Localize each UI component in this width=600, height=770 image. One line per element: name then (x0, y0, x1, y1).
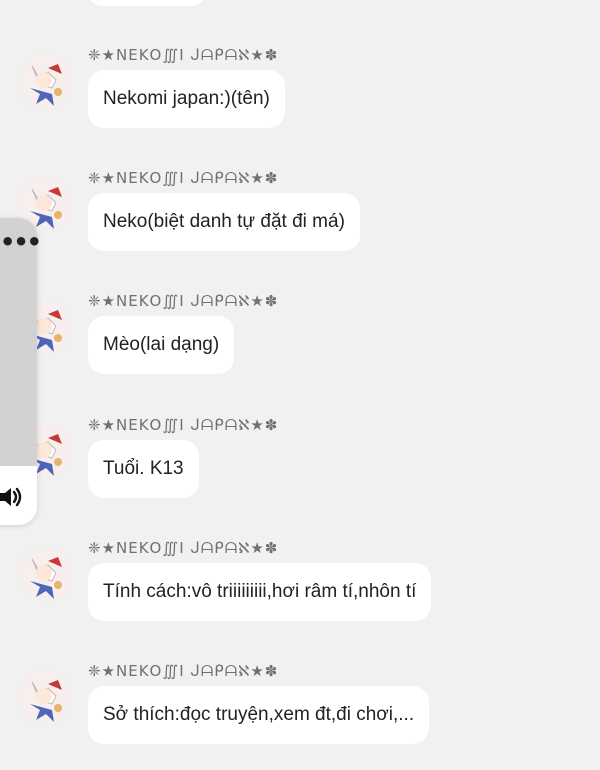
sender-name: ❈★ΝΕΚΟ∭Ι ᒍᗩᑭᗩℵ★✽ (88, 416, 279, 434)
message-row: ❈★ΝΕΚΟ∭Ι ᒍᗩᑭᗩℵ★✽ Tuổi. K13 (0, 414, 600, 524)
previous-message-bubble[interactable] (88, 0, 206, 6)
message-row: ❈★ΝΕΚΟ∭Ι ᒍᗩᑭᗩℵ★✽ Nekomi japan:)(tên) (0, 44, 600, 154)
sender-name: ❈★ΝΕΚΟ∭Ι ᒍᗩᑭᗩℵ★✽ (88, 46, 279, 64)
sender-avatar[interactable] (18, 670, 72, 724)
message-bubble[interactable]: Tính cách:vô triiiiiiiii,hơi râm tí,nhôn… (88, 563, 432, 621)
message-bubble[interactable]: Mèo(lai dạng) (88, 316, 235, 374)
message-row: ❈★ΝΕΚΟ∭Ι ᒍᗩᑭᗩℵ★✽ Tính cách:vô triiiiiiii… (0, 537, 600, 647)
message-row: ❈★ΝΕΚΟ∭Ι ᒍᗩᑭᗩℵ★✽ Sở thích:đọc truyện,xem… (0, 660, 600, 770)
sender-name: ❈★ΝΕΚΟ∭Ι ᒍᗩᑭᗩℵ★✽ (88, 662, 279, 680)
sender-name: ❈★ΝΕΚΟ∭Ι ᒍᗩᑭᗩℵ★✽ (88, 292, 279, 310)
message-row: ❈★ΝΕΚΟ∭Ι ᒍᗩᑭᗩℵ★✽ Mèo(lai dạng) (0, 290, 600, 400)
message-bubble[interactable]: Tuổi. K13 (88, 440, 199, 498)
more-dots-icon[interactable]: ••• (0, 230, 42, 254)
message-bubble[interactable]: Nekomi japan:)(tên) (88, 70, 285, 128)
sender-name: ❈★ΝΕΚΟ∭Ι ᒍᗩᑭᗩℵ★✽ (88, 539, 279, 557)
sender-avatar[interactable] (18, 547, 72, 601)
sender-name: ❈★ΝΕΚΟ∭Ι ᒍᗩᑭᗩℵ★✽ (88, 169, 279, 187)
floating-side-panel[interactable]: ••• (0, 218, 42, 525)
message-bubble[interactable]: Sở thích:đọc truyện,xem đt,đi chơi,... (88, 686, 430, 744)
message-bubble[interactable]: Neko(biệt danh tự đặt đi má) (88, 193, 360, 251)
speaker-icon[interactable] (0, 484, 24, 510)
side-panel-drag-area[interactable]: ••• (0, 218, 42, 466)
sender-avatar[interactable] (18, 54, 72, 108)
message-row: ❈★ΝΕΚΟ∭Ι ᒍᗩᑭᗩℵ★✽ Neko(biệt danh tự đặt đ… (0, 167, 600, 277)
